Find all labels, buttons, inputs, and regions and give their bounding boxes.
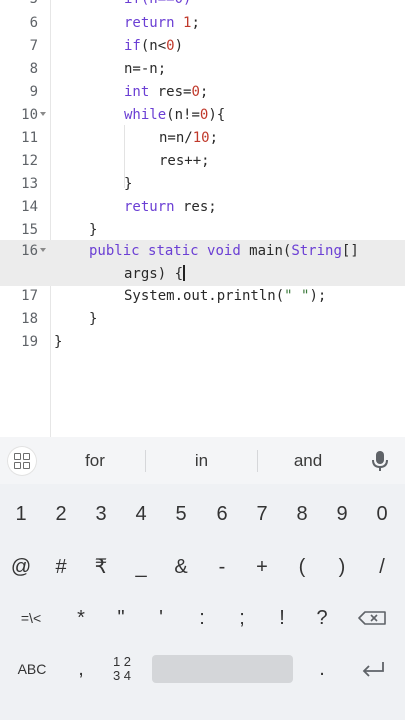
key-minus[interactable]: - bbox=[207, 550, 237, 584]
code-text: } bbox=[89, 222, 98, 238]
key-underscore[interactable]: _ bbox=[126, 550, 156, 584]
key-hash[interactable]: # bbox=[46, 550, 76, 584]
code-line[interactable]: 5 if(n==0) bbox=[0, 0, 405, 11]
symbol-row-1: @ # ₹ _ & - + ( ) / bbox=[0, 550, 405, 584]
suggestion-bar: for in and bbox=[0, 437, 405, 484]
code-line[interactable]: 9 int res=0; bbox=[0, 81, 405, 104]
key-close-paren[interactable]: ) bbox=[327, 550, 357, 584]
code-line[interactable]: 13 } bbox=[0, 173, 405, 196]
key-more-symbols[interactable]: =\< bbox=[8, 601, 54, 635]
line-number: 19 bbox=[21, 334, 38, 350]
numpad-label-bottom: 3 4 bbox=[112, 668, 132, 683]
key-9[interactable]: 9 bbox=[327, 497, 357, 531]
code-text: if(n==0) bbox=[124, 0, 191, 11]
code-line[interactable]: 11 n=n/10; bbox=[0, 127, 405, 150]
code-line[interactable]: 18 } bbox=[0, 308, 405, 331]
code-text: } bbox=[124, 176, 133, 192]
line-number: 16 bbox=[21, 243, 38, 259]
code-text: n=-n; bbox=[124, 61, 167, 77]
key-6[interactable]: 6 bbox=[207, 497, 237, 531]
key-double-quote[interactable]: " bbox=[106, 601, 136, 635]
line-number: 14 bbox=[21, 199, 38, 215]
line-number: 12 bbox=[21, 153, 38, 169]
key-2[interactable]: 2 bbox=[46, 497, 76, 531]
enter-icon[interactable] bbox=[355, 652, 391, 686]
code-text: return res; bbox=[124, 199, 217, 215]
symbol-row-2: =\< * " ' : ; ! ? bbox=[0, 601, 405, 635]
current-code-line[interactable]: 16 public static void main(String[] args… bbox=[0, 240, 405, 286]
key-plus[interactable]: + bbox=[247, 550, 277, 584]
key-period[interactable]: . bbox=[307, 652, 337, 686]
spacebar[interactable] bbox=[152, 655, 293, 683]
soft-keyboard: for in and 1 2 3 4 5 6 7 8 9 0 @ # ₹ _ &… bbox=[0, 437, 405, 720]
code-line[interactable]: 14 return res; bbox=[0, 196, 405, 219]
line-number: 10 bbox=[21, 107, 38, 123]
line-number: 7 bbox=[29, 38, 38, 54]
code-line[interactable]: 12 res++; bbox=[0, 150, 405, 173]
line-number: 5 bbox=[0, 0, 38, 11]
line-number: 13 bbox=[21, 176, 38, 192]
code-text-wrapped: args) { bbox=[124, 265, 185, 282]
code-line[interactable]: 6 return 1; bbox=[0, 12, 405, 35]
key-8[interactable]: 8 bbox=[287, 497, 317, 531]
key-4[interactable]: 4 bbox=[126, 497, 156, 531]
key-slash[interactable]: / bbox=[367, 550, 397, 584]
key-comma[interactable]: , bbox=[66, 652, 96, 686]
key-3[interactable]: 3 bbox=[86, 497, 116, 531]
code-editor[interactable]: 5 if(n==0) 6 return 1; 7 if(n<0) 8 n=-n;… bbox=[0, 0, 405, 437]
code-text: n=n/10; bbox=[159, 130, 219, 146]
key-exclamation[interactable]: ! bbox=[267, 601, 297, 635]
line-number: 18 bbox=[21, 311, 38, 327]
line-number: 6 bbox=[29, 15, 38, 31]
key-single-quote[interactable]: ' bbox=[146, 601, 176, 635]
key-semicolon[interactable]: ; bbox=[227, 601, 257, 635]
number-row: 1 2 3 4 5 6 7 8 9 0 bbox=[0, 497, 405, 531]
suggestion-in[interactable]: in bbox=[146, 437, 257, 484]
suggestion-and[interactable]: and bbox=[258, 437, 358, 484]
key-asterisk[interactable]: * bbox=[66, 601, 96, 635]
line-number: 9 bbox=[29, 84, 38, 100]
key-colon[interactable]: : bbox=[187, 601, 217, 635]
code-line[interactable]: 10 while(n!=0){ bbox=[0, 104, 405, 127]
abc-key[interactable]: ABC bbox=[10, 652, 54, 686]
code-text: } bbox=[89, 311, 98, 327]
code-text: return 1; bbox=[124, 15, 200, 31]
code-text: if(n<0) bbox=[124, 38, 184, 54]
key-7[interactable]: 7 bbox=[247, 497, 277, 531]
grid-icon[interactable] bbox=[7, 446, 37, 476]
code-text: int res=0; bbox=[124, 84, 209, 100]
fold-arrow-icon[interactable] bbox=[40, 248, 46, 252]
suggestion-for[interactable]: for bbox=[45, 437, 145, 484]
numpad-key[interactable]: 1 2 3 4 bbox=[102, 652, 142, 689]
code-line[interactable]: 19 } bbox=[0, 331, 405, 354]
key-question[interactable]: ? bbox=[307, 601, 337, 635]
code-text: while(n!=0){ bbox=[124, 107, 226, 123]
code-text: public static void main(String[] bbox=[89, 243, 359, 259]
code-text: System.out.println(" "); bbox=[124, 288, 327, 304]
line-number: 15 bbox=[21, 222, 38, 238]
line-number: 8 bbox=[29, 61, 38, 77]
code-line[interactable]: 8 n=-n; bbox=[0, 58, 405, 81]
key-ampersand[interactable]: & bbox=[166, 550, 196, 584]
line-number: 17 bbox=[21, 288, 38, 304]
key-at[interactable]: @ bbox=[6, 550, 36, 584]
code-line[interactable]: 17 System.out.println(" "); bbox=[0, 285, 405, 308]
code-text: res++; bbox=[159, 153, 210, 169]
key-0[interactable]: 0 bbox=[367, 497, 397, 531]
line-number: 11 bbox=[21, 130, 38, 146]
backspace-icon[interactable] bbox=[355, 601, 391, 635]
text-caret bbox=[183, 265, 185, 281]
key-rupee[interactable]: ₹ bbox=[86, 550, 116, 584]
code-text: } bbox=[54, 334, 63, 350]
fold-arrow-icon[interactable] bbox=[40, 112, 46, 116]
code-line[interactable]: 7 if(n<0) bbox=[0, 35, 405, 58]
key-1[interactable]: 1 bbox=[6, 497, 36, 531]
key-open-paren[interactable]: ( bbox=[287, 550, 317, 584]
numpad-label-top: 1 2 bbox=[112, 654, 132, 669]
microphone-icon[interactable] bbox=[365, 446, 395, 476]
code-line[interactable]: 15 } bbox=[0, 219, 405, 242]
key-5[interactable]: 5 bbox=[166, 497, 196, 531]
